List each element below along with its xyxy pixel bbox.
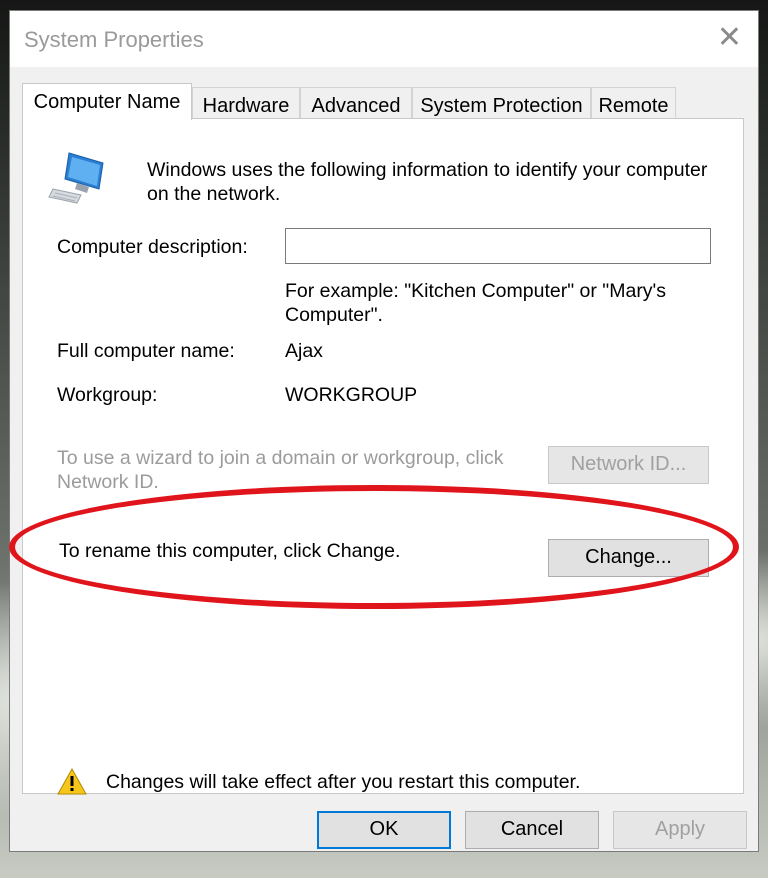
change-button[interactable]: Change...	[548, 539, 709, 577]
full-computer-name-label: Full computer name:	[57, 340, 235, 362]
computer-icon	[48, 152, 104, 204]
rename-text: To rename this computer, click Change.	[59, 540, 401, 562]
restart-warning-text: Changes will take effect after you resta…	[106, 771, 581, 793]
warning-icon	[57, 768, 87, 795]
tab-label: Hardware	[202, 95, 290, 117]
intro-text-line2: on the network.	[147, 183, 281, 205]
workgroup-label: Workgroup:	[57, 384, 158, 406]
computer-description-input[interactable]	[285, 228, 711, 264]
tab-label: Computer Name	[33, 91, 181, 113]
close-icon[interactable]: ✕	[717, 23, 742, 53]
example-text-line2: Computer".	[285, 304, 383, 326]
ok-button[interactable]: OK	[317, 811, 451, 849]
tab-label: Advanced	[311, 95, 401, 117]
system-properties-window: System Properties ✕ Computer Name Hardwa…	[9, 10, 759, 852]
tab-system-protection[interactable]: System Protection	[412, 87, 591, 119]
title-bar: System Properties ✕	[10, 11, 758, 67]
tab-computer-name[interactable]: Computer Name	[22, 83, 192, 120]
window-title: System Properties	[24, 27, 204, 52]
wizard-text-line1: To use a wizard to join a domain or work…	[57, 447, 504, 469]
example-text-line1: For example: "Kitchen Computer" or "Mary…	[285, 280, 667, 302]
workgroup-value: WORKGROUP	[285, 384, 418, 406]
computer-description-label: Computer description:	[57, 236, 248, 258]
wizard-text-line2: Network ID.	[57, 471, 159, 493]
network-id-button[interactable]: Network ID...	[548, 446, 709, 484]
cancel-button[interactable]: Cancel	[465, 811, 599, 849]
tab-hardware[interactable]: Hardware	[192, 87, 300, 119]
tab-remote[interactable]: Remote	[591, 87, 676, 119]
computer-name-panel: Windows uses the following information t…	[22, 118, 744, 795]
full-computer-name-value: Ajax	[285, 340, 323, 362]
tab-advanced[interactable]: Advanced	[300, 87, 412, 119]
apply-button[interactable]: Apply	[613, 811, 747, 849]
tab-label: System Protection	[420, 95, 583, 117]
tab-label: Remote	[598, 95, 669, 117]
intro-text-line1: Windows uses the following information t…	[147, 159, 708, 181]
